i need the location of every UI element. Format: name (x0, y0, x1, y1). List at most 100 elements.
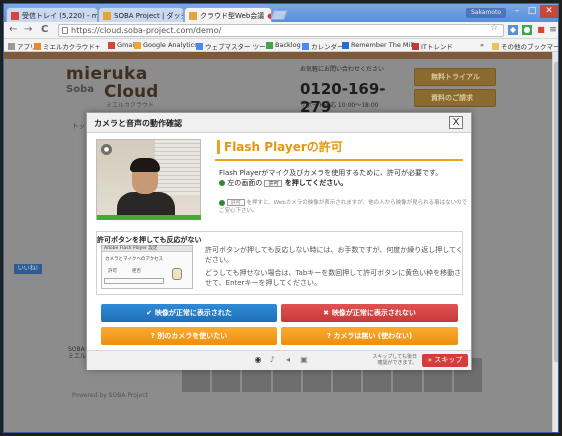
bookmark-calendar[interactable]: カレンダー (302, 41, 344, 51)
step-text: 左の画面の (227, 179, 263, 187)
soba-icon (103, 12, 111, 20)
skip-button[interactable]: » スキップ (422, 354, 468, 367)
bookmark-label: ITトレンド (421, 43, 453, 51)
bookmark-star-icon[interactable]: ☆ (490, 23, 498, 33)
bookmark-label: Google Analytics (143, 41, 198, 49)
use-other-camera-button[interactable]: ? 別のカメラを使いたい (101, 327, 277, 345)
other-bookmarks[interactable]: その他のブックマーク (492, 41, 558, 51)
dialog-close-button[interactable]: X (449, 116, 463, 129)
tab-label: 受信トレイ (5,220) - mis (22, 12, 98, 20)
tab-gmail[interactable]: 受信トレイ (5,220) - mis × (6, 7, 98, 22)
pointer-hand-icon (172, 268, 182, 280)
bookmark-analytics[interactable]: Google Analytics (134, 41, 198, 49)
mieruka-icon (34, 42, 41, 50)
camera-preview: ● (96, 139, 201, 220)
folder-icon (492, 42, 499, 50)
contact-label: お気軽にお問い合わせください (300, 66, 385, 73)
bookmark-gmail[interactable]: Gmail (108, 41, 136, 49)
no-camera-button[interactable]: ? カメラは無い (使わない) (281, 327, 458, 345)
screenshot-row (104, 278, 164, 284)
microphone-icon: ● (101, 144, 112, 155)
evernote-icon[interactable]: ● (522, 25, 532, 35)
page-scrollbar[interactable] (552, 52, 558, 432)
flash-section-header: Flash Playerの許可 (215, 133, 463, 161)
chevron-right-icon: » (480, 41, 484, 49)
tab-label: SOBA Project | ダッシュ (114, 12, 183, 20)
allow-chip: 許可 (226, 199, 245, 206)
user-badge[interactable]: Sakamoto (466, 8, 506, 18)
logo-soba: Soba (66, 84, 94, 95)
dialog-title: カメラと音声の動作確認 (94, 119, 182, 128)
flash-note: 許可 を押すと、Webカメラの映像が表示されますが、他の人から映像が見られる事は… (219, 199, 469, 215)
bookmarks-overflow[interactable]: » (480, 41, 484, 49)
camera-permission-icon[interactable]: ■ (536, 25, 546, 35)
tab-soba-dashboard[interactable]: SOBA Project | ダッシュ × (98, 7, 184, 22)
analytics-icon (134, 41, 141, 49)
back-icon[interactable]: ← (9, 25, 17, 35)
tab-strip: 受信トレイ (5,220) - mis × SOBA Project | ダッシ… (4, 4, 558, 22)
paragraph: 許可ボタンが押しても反応しない時には、お手数ですが、何度か繰り返し押してください… (205, 246, 463, 264)
flash-title: Flash Playerの許可 (224, 140, 343, 154)
apps-icon (8, 42, 15, 50)
ittrend-icon (412, 42, 419, 50)
browser-window: 受信トレイ (5,220) - mis × SOBA Project | ダッシ… (3, 3, 559, 433)
camera-status-icon: ◉ (254, 355, 262, 364)
bookmark-label: ミエルカクラウド+ (43, 43, 101, 51)
button-label: スキップ (434, 356, 463, 364)
minimize-button[interactable]: – (510, 5, 524, 18)
bookmark-ittrend[interactable]: ITトレンド (412, 41, 453, 51)
logo-text: mieruka (66, 64, 148, 84)
reload-icon[interactable]: C (41, 25, 48, 35)
bookmark-label: Backlog (275, 41, 301, 49)
dialog-header: カメラと音声の動作確認 X (87, 113, 471, 133)
logo-subtext: ミエルカクラウド (106, 102, 154, 109)
video-shown-button[interactable]: ✔ 映像が正常に表示された (101, 304, 277, 322)
step-icon (219, 199, 225, 206)
video-not-shown-button[interactable]: ✖ 映像が正常に表示されない (281, 304, 458, 322)
gmail-icon (108, 41, 115, 49)
screenshot-deny: 拒否 (132, 269, 141, 274)
forward-icon[interactable]: → (24, 25, 32, 35)
maximize-button[interactable]: □ (525, 5, 539, 18)
address-bar[interactable]: https://cloud.soba-project.com/demo/ (58, 24, 504, 37)
webmaster-icon (196, 42, 203, 50)
screenshot-text: カメラとマイクへのアクセス (105, 257, 164, 262)
not-responding-text-2: どうしても押せない場合は、Tabキーを数回押して許可ボタンに黄色い枠を移動させて… (205, 269, 462, 287)
audio-level-meter (97, 215, 201, 220)
flash-description: Flash Playerがマイク及びカメラを使用するために、許可が必要です。 (219, 169, 443, 177)
new-tab-button[interactable] (270, 10, 288, 20)
screenshot-title: Adobe Flash Player 設定 (102, 246, 192, 252)
site-logo[interactable]: mieruka Soba Cloud ミエルカクラウド (66, 64, 178, 110)
soba-icon (189, 12, 197, 20)
brochure-button[interactable]: 資料のご請求 (414, 89, 496, 107)
step-text: を押してください。 (284, 179, 348, 187)
close-window-button[interactable]: ✕ (540, 5, 558, 18)
button-label: 映像が正常に表示された (154, 309, 232, 317)
bookmark-apps[interactable]: アプリ (8, 41, 37, 51)
support-hours: サポート対応 10:00～18:00 (300, 102, 379, 109)
bookmark-mieruka[interactable]: ミエルカクラウド+ (34, 41, 100, 51)
browser-toolbar: ← → C https://cloud.soba-project.com/dem… (4, 22, 558, 39)
tab-web-meeting[interactable]: クラウド型Web会議 ● (184, 7, 272, 22)
menu-icon[interactable]: ≡ (548, 25, 558, 35)
like-button[interactable]: いいね! (14, 264, 42, 274)
rtm-icon (342, 41, 349, 49)
lock-icon (62, 27, 68, 34)
step-icon (219, 180, 225, 186)
skip-note: スキップしても後日確認ができます。 (372, 354, 417, 366)
bookmark-webmaster[interactable]: ウェブマスター ツー (196, 41, 266, 51)
scrollbar-thumb[interactable] (554, 62, 558, 362)
bookmark-rtm[interactable]: Remember The Milk (342, 41, 416, 49)
extension-icon[interactable]: ◆ (508, 25, 518, 35)
phone-number: 0120-169-279 (300, 80, 386, 116)
free-trial-button[interactable]: 無料トライアル (414, 68, 496, 86)
page-footer: Powered by SOBA Project (72, 392, 148, 399)
logo-text: Cloud (104, 82, 159, 102)
bookmarks-bar: アプリ ミエルカクラウド+ Gmail Google Analytics ウェブ… (4, 39, 558, 52)
camera-window-blind (155, 140, 200, 195)
top-strip (4, 52, 552, 59)
bookmark-backlog[interactable]: Backlog (266, 41, 301, 49)
backlog-icon (266, 41, 273, 49)
check-icon: ✔ (146, 309, 152, 317)
not-responding-title: 許可ボタンを押しても反応がない (97, 236, 202, 244)
